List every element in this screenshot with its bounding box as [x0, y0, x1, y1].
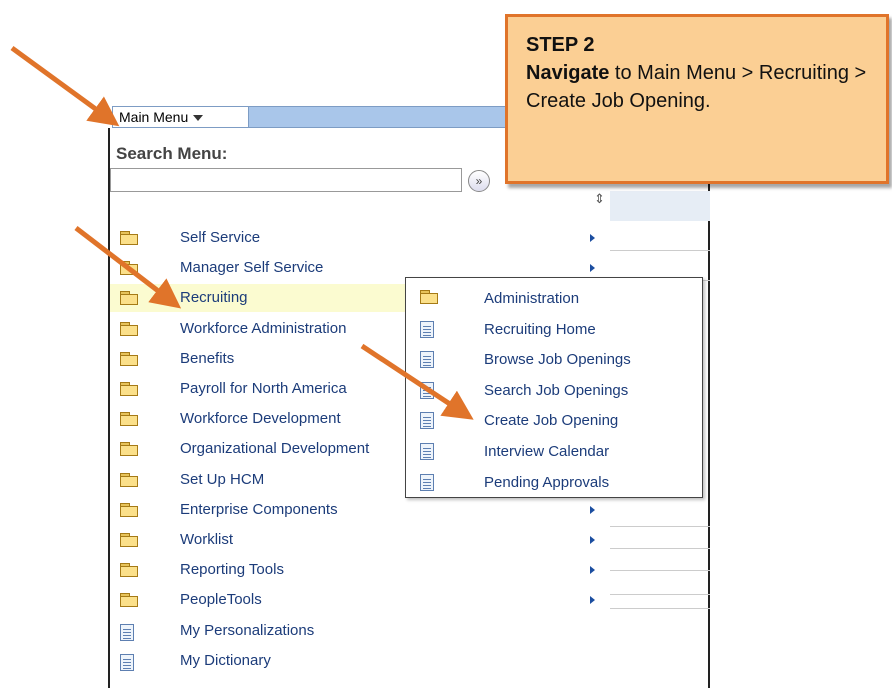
menu-item-label: Worklist — [180, 531, 234, 548]
menu-item[interactable]: Self Service — [110, 224, 606, 252]
divider-line — [610, 250, 710, 251]
folder-icon — [120, 261, 138, 276]
divider-line — [610, 608, 710, 609]
submenu-arrow-icon — [590, 536, 595, 544]
menu-item-label: Enterprise Components — [180, 500, 338, 518]
submenu-item-label: Administration — [484, 290, 580, 307]
menu-item-label: Manager Self Service — [180, 259, 324, 277]
menu-item[interactable]: Enterprise Components — [110, 496, 606, 524]
folder-icon — [120, 563, 138, 578]
divider-line — [610, 594, 710, 595]
menu-item[interactable]: Worklist — [110, 526, 606, 554]
folder-icon — [120, 412, 138, 427]
menu-item-label: PeopleTools — [180, 591, 262, 609]
folder-icon — [120, 351, 138, 366]
menu-item-label: Payroll for North America — [180, 380, 347, 397]
folder-icon — [120, 321, 138, 336]
submenu-arrow-icon — [590, 234, 595, 242]
document-icon — [420, 443, 434, 460]
menu-item-label: Set Up HCM — [180, 470, 265, 488]
recruiting-submenu: Administration Recruiting Home Browse Job … — [405, 277, 703, 498]
document-icon — [120, 653, 134, 671]
folder-icon — [120, 231, 138, 245]
document-icon — [420, 351, 434, 369]
main-menu-button[interactable]: Main Menu — [113, 107, 249, 127]
double-chevron-right-icon[interactable]: » — [468, 170, 490, 192]
menu-item[interactable]: PeopleTools — [110, 586, 606, 614]
menu-item[interactable]: My Personalizations — [110, 617, 606, 645]
submenu-item[interactable]: Pending Approvals — [406, 468, 702, 498]
document-icon — [420, 412, 434, 430]
instruction-callout: STEP 2 Navigate to Main Menu > Recruitin… — [505, 14, 889, 184]
folder-icon — [120, 502, 138, 517]
document-icon — [420, 381, 434, 399]
menu-item-label: Workforce Administration — [180, 319, 347, 337]
divider-line — [610, 570, 710, 571]
folder-icon — [120, 472, 138, 487]
folder-icon — [120, 382, 138, 396]
callout-step: STEP 2 — [526, 34, 595, 56]
menu-item-label: Benefits — [180, 349, 235, 367]
menu-item-label: Organizational Development — [180, 440, 370, 458]
folder-icon — [120, 533, 138, 547]
submenu-item[interactable]: Search Job Openings — [406, 376, 702, 406]
submenu-item-label: Recruiting Home — [484, 320, 596, 338]
submenu-arrow-icon — [590, 596, 595, 605]
sort-icon[interactable]: ⇕ — [594, 191, 605, 207]
divider-line — [610, 548, 710, 549]
arrow-to-main-menu — [10, 45, 120, 127]
folder-icon — [120, 442, 138, 457]
document-icon — [420, 473, 434, 491]
submenu-item[interactable]: Browse Job Openings — [406, 345, 702, 375]
submenu-item[interactable]: Create Job Opening — [406, 406, 702, 436]
search-menu-label: Search Menu: — [116, 144, 228, 163]
submenu-item-label: Search Job Openings — [484, 381, 629, 399]
menu-item-label: Workforce Development — [180, 410, 341, 428]
callout-bold: Navigate — [526, 62, 610, 84]
submenu-arrow-icon — [590, 566, 595, 575]
menu-item-label: Reporting Tools — [180, 561, 284, 579]
folder-icon — [120, 291, 138, 306]
menu-item-label: My Dictionary — [180, 651, 271, 669]
submenu-arrow-icon — [590, 264, 595, 273]
document-icon — [420, 320, 434, 338]
caret-down-icon — [193, 115, 204, 122]
menu-item-label: Self Service — [180, 229, 261, 246]
document-icon — [120, 623, 134, 641]
background-strip — [610, 191, 710, 221]
folder-icon — [420, 290, 438, 304]
search-menu-input[interactable] — [110, 168, 462, 192]
menu-item-label: Recruiting — [180, 289, 248, 307]
main-menu-label: Main Menu — [119, 109, 189, 125]
submenu-item[interactable]: Recruiting Home — [406, 315, 702, 345]
submenu-arrow-icon — [590, 505, 595, 514]
menu-item[interactable]: My Dictionary — [110, 647, 606, 675]
submenu-item-label: Create Job Opening — [484, 412, 619, 430]
menu-item-label: My Personalizations — [180, 621, 315, 639]
submenu-item-label: Pending Approvals — [484, 473, 610, 491]
folder-icon — [120, 593, 138, 608]
submenu-item-label: Browse Job Openings — [484, 351, 631, 369]
submenu-item-label: Interview Calendar — [484, 443, 610, 460]
submenu-item[interactable]: Interview Calendar — [406, 437, 702, 467]
divider-line — [610, 526, 710, 527]
menu-item[interactable]: Reporting Tools — [110, 556, 606, 584]
submenu-item[interactable]: Administration — [406, 284, 702, 314]
